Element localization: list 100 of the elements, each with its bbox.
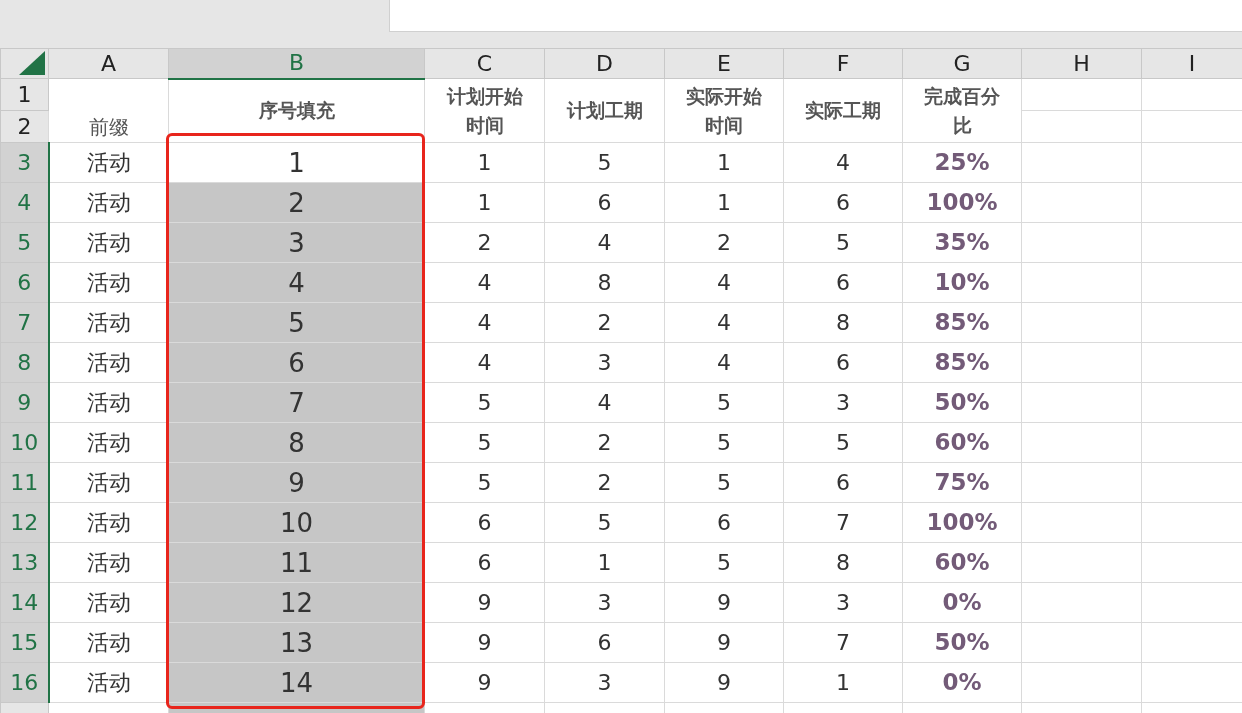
- table-cell: 100%: [902, 502, 1022, 543]
- column-header[interactable]: C: [424, 48, 545, 79]
- table-cell: 3: [544, 662, 665, 703]
- table-cell: 9: [424, 622, 545, 663]
- column-header[interactable]: D: [544, 48, 665, 79]
- table-cell: 1: [664, 182, 784, 223]
- table-cell: 6: [424, 542, 545, 583]
- table-cell: 2: [664, 222, 784, 263]
- table-cell: 5: [424, 382, 545, 423]
- column-heading-cell: 实际开始时间: [664, 78, 784, 143]
- row-header[interactable]: 6: [0, 262, 49, 303]
- table-cell: 9: [424, 662, 545, 703]
- table-cell: 5: [664, 542, 784, 583]
- table-cell: 0%: [902, 662, 1022, 703]
- table-cell: 8: [544, 262, 665, 303]
- table-cell: 4: [168, 262, 425, 303]
- column-header[interactable]: A: [48, 48, 169, 79]
- table-cell: 5: [664, 462, 784, 503]
- table-cell: 6: [544, 182, 665, 223]
- table-cell: 2: [424, 222, 545, 263]
- column-heading-cell: 序号填充: [168, 78, 425, 143]
- table-cell: 4: [424, 302, 545, 343]
- table-cell: 12: [168, 582, 425, 623]
- table-cell: 6: [783, 462, 903, 503]
- table-cell: 8: [783, 542, 903, 583]
- row-header[interactable]: 12: [0, 502, 49, 543]
- table-cell: 6: [783, 342, 903, 383]
- table-cell: 8: [168, 422, 425, 463]
- table-cell: 75%: [902, 462, 1022, 503]
- row-header[interactable]: 11: [0, 462, 49, 503]
- row-header[interactable]: 10: [0, 422, 49, 463]
- table-cell: 1: [783, 662, 903, 703]
- column-header[interactable]: G: [902, 48, 1022, 79]
- table-cell: 9: [424, 582, 545, 623]
- table-cell: 4: [664, 262, 784, 303]
- select-all-button[interactable]: [0, 48, 49, 79]
- table-cell: 85%: [902, 302, 1022, 343]
- row-header[interactable]: 7: [0, 302, 49, 343]
- table-cell: 2: [544, 302, 665, 343]
- table-cell: 4: [783, 142, 903, 183]
- table-cell: 9: [664, 622, 784, 663]
- column-heading-cell: 计划工期: [544, 78, 665, 143]
- row-header[interactable]: 2: [0, 110, 49, 143]
- table-cell: 8: [783, 302, 903, 343]
- table-cell: 1: [664, 142, 784, 183]
- table-cell: 14: [168, 662, 425, 703]
- table-cell: 3: [783, 582, 903, 623]
- row-header[interactable]: 4: [0, 182, 49, 223]
- table-cell: 50%: [902, 622, 1022, 663]
- table-cell: 5: [168, 302, 425, 343]
- table-cell: 7: [783, 622, 903, 663]
- table-cell: 5: [544, 142, 665, 183]
- table-cell: 2: [544, 422, 665, 463]
- table-cell: 6: [664, 502, 784, 543]
- table-cell: 6: [168, 342, 425, 383]
- row-header[interactable]: 5: [0, 222, 49, 263]
- row-header[interactable]: 13: [0, 542, 49, 583]
- table-cell: 4: [664, 342, 784, 383]
- table-cell: 5: [664, 382, 784, 423]
- table-cell: 1: [168, 142, 425, 183]
- table-cell: 50%: [902, 382, 1022, 423]
- table-cell: 0%: [902, 582, 1022, 623]
- table-cell: 4: [544, 382, 665, 423]
- table-cell: 10%: [902, 262, 1022, 303]
- table-cell: 13: [168, 622, 425, 663]
- column-header[interactable]: I: [1141, 48, 1242, 79]
- row-header[interactable]: 9: [0, 382, 49, 423]
- table-cell: 3: [168, 222, 425, 263]
- column-header[interactable]: E: [664, 48, 784, 79]
- row-header[interactable]: 1: [0, 78, 49, 111]
- table-cell: 5: [664, 422, 784, 463]
- table-cell: 60%: [902, 542, 1022, 583]
- column-header[interactable]: F: [783, 48, 903, 79]
- table-cell: 3: [544, 582, 665, 623]
- column-heading-cell: 实际工期: [783, 78, 903, 143]
- row-header[interactable]: 16: [0, 662, 49, 703]
- table-cell: 4: [544, 222, 665, 263]
- table-cell: 10: [168, 502, 425, 543]
- table-cell: 5: [783, 222, 903, 263]
- select-all-triangle-icon: [19, 51, 45, 75]
- table-cell: 35%: [902, 222, 1022, 263]
- column-header[interactable]: H: [1021, 48, 1142, 79]
- row-header[interactable]: 8: [0, 342, 49, 383]
- table-cell: 2: [168, 182, 425, 223]
- row-header[interactable]: 3: [0, 142, 49, 183]
- table-cell: 9: [664, 662, 784, 703]
- row-header[interactable]: 14: [0, 582, 49, 623]
- table-cell: 11: [168, 542, 425, 583]
- table-cell: 6: [783, 262, 903, 303]
- table-cell: 25%: [902, 142, 1022, 183]
- table-cell: 1: [424, 182, 545, 223]
- column-header[interactable]: B: [168, 48, 425, 79]
- table-cell: 4: [664, 302, 784, 343]
- table-cell: 9: [168, 462, 425, 503]
- table-cell: 6: [783, 182, 903, 223]
- table-cell: 85%: [902, 342, 1022, 383]
- table-cell: 1: [424, 142, 545, 183]
- table-cell: 3: [783, 382, 903, 423]
- row-header[interactable]: 15: [0, 622, 49, 663]
- table-cell: 4: [424, 262, 545, 303]
